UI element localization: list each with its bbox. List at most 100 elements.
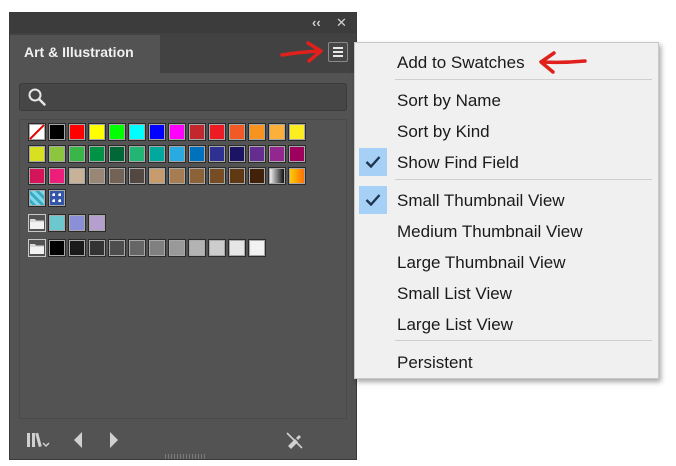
swatch[interactable] <box>128 167 146 185</box>
panel-resize-grip[interactable] <box>165 454 205 459</box>
swatch[interactable] <box>68 167 86 185</box>
swatch[interactable] <box>88 145 106 163</box>
swatch[interactable] <box>48 189 66 207</box>
swatch-group-folder-icon[interactable] <box>28 239 46 257</box>
swatch[interactable] <box>108 123 126 141</box>
swatch[interactable] <box>168 145 186 163</box>
swatch[interactable] <box>268 145 286 163</box>
swatch[interactable] <box>228 167 246 185</box>
panel-menu-button[interactable] <box>328 42 348 62</box>
scrollbar-track[interactable] <box>335 122 345 414</box>
swatch[interactable] <box>128 239 146 257</box>
swatch[interactable] <box>68 239 86 257</box>
tab-art-illustration[interactable]: Art & Illustration <box>10 35 160 73</box>
swatch[interactable] <box>148 145 166 163</box>
swatch[interactable] <box>288 123 306 141</box>
swatch[interactable] <box>148 167 166 185</box>
swatch[interactable] <box>248 167 266 185</box>
swatch[interactable] <box>148 123 166 141</box>
swatch[interactable] <box>128 123 146 141</box>
swatch[interactable] <box>48 123 66 141</box>
swatch[interactable] <box>28 189 46 207</box>
menu-item-label: Small List View <box>397 284 512 303</box>
swatch[interactable] <box>88 167 106 185</box>
find-input[interactable] <box>52 87 341 109</box>
next-icon[interactable] <box>108 431 120 449</box>
swatch[interactable] <box>188 167 206 185</box>
swatch[interactable] <box>228 239 246 257</box>
swatch[interactable] <box>268 123 286 141</box>
swatch[interactable] <box>208 145 226 163</box>
menu-item-small-thumbnail-view[interactable]: Small Thumbnail View <box>355 185 658 215</box>
panel-title-bar[interactable]: ‹‹ ✕ <box>10 13 356 33</box>
swatch[interactable] <box>28 145 46 163</box>
swatch[interactable] <box>128 145 146 163</box>
swatch[interactable] <box>28 167 46 185</box>
menu-item-large-list-view[interactable]: Large List View <box>355 309 658 339</box>
menu-item-label: Large Thumbnail View <box>397 253 566 272</box>
hamburger-line <box>333 51 343 53</box>
swatch-grid <box>19 119 347 419</box>
swatch[interactable] <box>148 239 166 257</box>
menu-item-label: Add to Swatches <box>397 53 525 72</box>
menu-item-label: Persistent <box>397 353 473 372</box>
swatch[interactable] <box>108 239 126 257</box>
libraries-icon[interactable] <box>26 431 50 449</box>
swatch[interactable] <box>248 123 266 141</box>
menu-item-sort-by-kind[interactable]: Sort by Kind <box>355 116 658 146</box>
swatch[interactable] <box>68 123 86 141</box>
swatch-group-folder-icon[interactable] <box>28 214 46 232</box>
search-icon <box>28 88 46 106</box>
red-annotation-arrow-icon <box>539 51 587 74</box>
swatch[interactable] <box>48 239 66 257</box>
swatch[interactable] <box>68 214 86 232</box>
swatch[interactable] <box>108 167 126 185</box>
swatch[interactable] <box>88 123 106 141</box>
swatch[interactable] <box>228 145 246 163</box>
swatch[interactable] <box>48 214 66 232</box>
menu-item-label: Show Find Field <box>397 153 519 172</box>
menu-separator <box>395 340 652 341</box>
swatch[interactable] <box>48 167 66 185</box>
menu-item-medium-thumbnail-view[interactable]: Medium Thumbnail View <box>355 216 658 246</box>
swatch[interactable] <box>288 145 306 163</box>
menu-item-sort-by-name[interactable]: Sort by Name <box>355 85 658 115</box>
swatch[interactable] <box>268 167 286 185</box>
tab-label: Art & Illustration <box>24 44 134 60</box>
swatch[interactable] <box>188 239 206 257</box>
swatch[interactable] <box>48 145 66 163</box>
menu-item-large-thumbnail-view[interactable]: Large Thumbnail View <box>355 247 658 277</box>
swatch[interactable] <box>188 145 206 163</box>
collapse-panel-button[interactable]: ‹‹ <box>312 15 321 31</box>
swatch-none[interactable] <box>28 123 46 141</box>
swatch[interactable] <box>208 239 226 257</box>
swatch[interactable] <box>168 123 186 141</box>
swatch[interactable] <box>88 214 106 232</box>
swatch[interactable] <box>208 167 226 185</box>
swatch[interactable] <box>248 145 266 163</box>
find-field[interactable] <box>19 83 347 111</box>
swatch[interactable] <box>208 123 226 141</box>
close-panel-button[interactable]: ✕ <box>336 15 347 31</box>
swatch[interactable] <box>168 239 186 257</box>
swatch[interactable] <box>108 145 126 163</box>
hamburger-line <box>333 55 343 57</box>
swatch[interactable] <box>248 239 266 257</box>
menu-item-add-to-swatches[interactable]: Add to Swatches <box>355 47 658 77</box>
panel-bottom-bar <box>10 427 356 453</box>
panel-flyout-menu: Add to Swatches Sort by Name Sort by Kind S… <box>354 42 659 379</box>
checkmark-icon <box>359 148 387 176</box>
swatch[interactable] <box>168 167 186 185</box>
delete-swatch-icon[interactable] <box>284 430 304 450</box>
previous-icon[interactable] <box>72 431 84 449</box>
swatch[interactable] <box>188 123 206 141</box>
swatch[interactable] <box>68 145 86 163</box>
menu-item-show-find-field[interactable]: Show Find Field <box>355 147 658 177</box>
menu-separator <box>395 79 652 80</box>
swatch[interactable] <box>88 239 106 257</box>
menu-item-persistent[interactable]: Persistent <box>355 347 658 377</box>
menu-item-small-list-view[interactable]: Small List View <box>355 278 658 308</box>
menu-item-label: Small Thumbnail View <box>397 191 565 210</box>
swatch[interactable] <box>228 123 246 141</box>
swatch[interactable] <box>288 167 306 185</box>
